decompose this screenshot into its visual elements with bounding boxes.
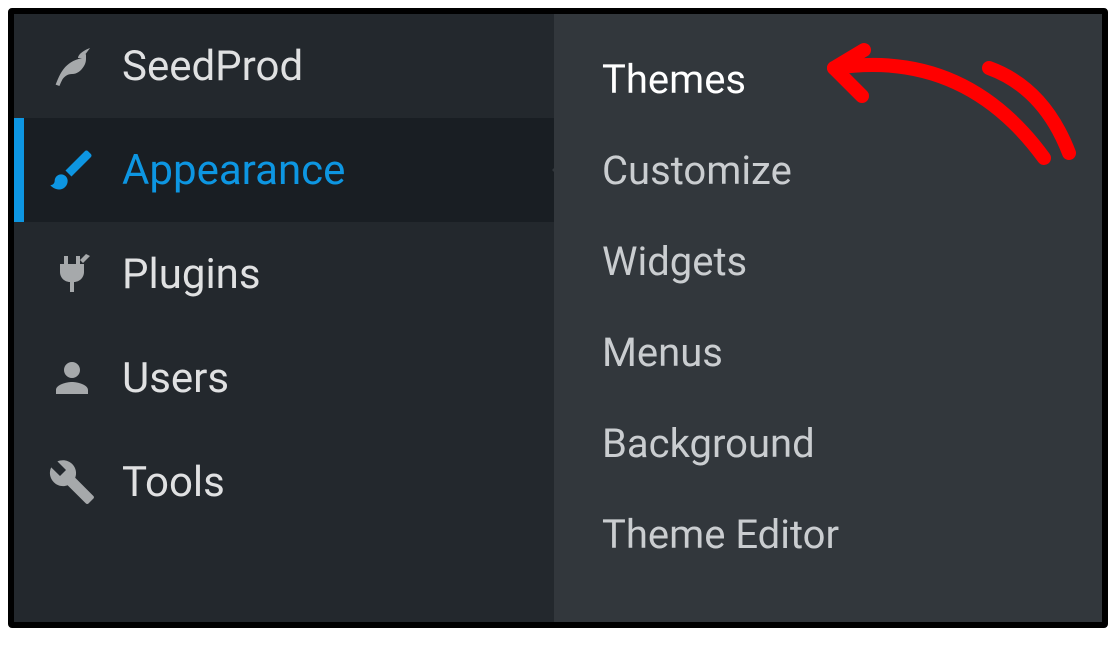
submenu-item-background[interactable]: Background: [554, 398, 1102, 489]
user-icon: [42, 352, 102, 404]
paintbrush-icon: [42, 144, 102, 196]
sidebar-item-users[interactable]: Users: [14, 326, 554, 430]
submenu-item-theme-editor[interactable]: Theme Editor: [554, 489, 1102, 580]
sidebar-item-tools[interactable]: Tools: [14, 430, 554, 534]
leaf-icon: [42, 40, 102, 92]
submenu-item-widgets[interactable]: Widgets: [554, 216, 1102, 307]
plug-icon: [42, 248, 102, 300]
submenu-item-customize[interactable]: Customize: [554, 125, 1102, 216]
sidebar-item-label: Tools: [122, 458, 225, 507]
sidebar-item-seedprod[interactable]: SeedProd: [14, 14, 554, 118]
sidebar-item-label: Appearance: [122, 146, 345, 195]
sidebar-item-plugins[interactable]: Plugins: [14, 222, 554, 326]
submenu-item-themes[interactable]: Themes: [554, 34, 1102, 125]
sidebar-item-label: Users: [122, 354, 229, 403]
sidebar-item-label: Plugins: [122, 250, 261, 299]
submenu-item-menus[interactable]: Menus: [554, 307, 1102, 398]
sidebar-item-label: SeedProd: [122, 42, 303, 91]
sidebar-item-appearance[interactable]: Appearance: [14, 118, 554, 222]
wrench-icon: [42, 456, 102, 508]
admin-sidebar: SeedProd Appearance Plugins: [14, 14, 554, 622]
admin-menu-container: SeedProd Appearance Plugins: [8, 8, 1108, 628]
appearance-submenu: Themes Customize Widgets Menus Backgroun…: [554, 14, 1102, 622]
